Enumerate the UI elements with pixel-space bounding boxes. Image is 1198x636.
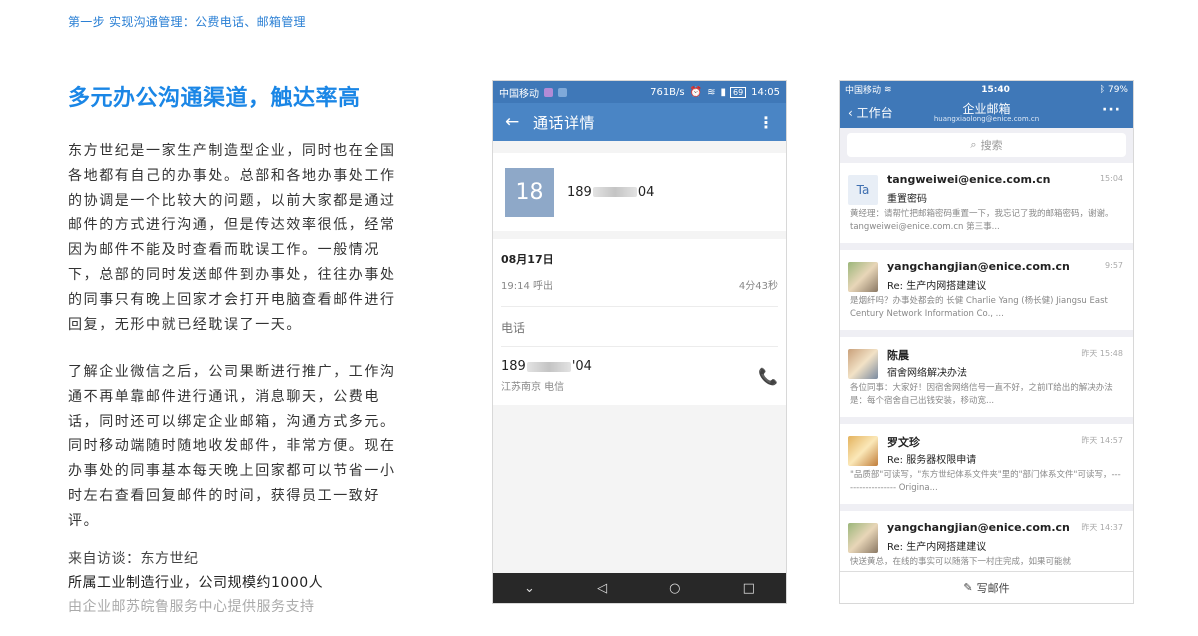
app-notification-icon	[544, 87, 553, 97]
mail-subject: Re: 生产内网搭建建议	[887, 542, 987, 553]
contact-header: 18 189 04	[493, 153, 786, 231]
screen-title: 通话详情	[533, 113, 596, 132]
mail-item[interactable]: 陈晨 昨天 15:48 宿舍网络解决办法 各位同事：大家好！因宿舍网络信号一直不…	[840, 337, 1133, 417]
sender-avatar	[848, 436, 878, 466]
chevron-down-icon[interactable]: ⌄	[524, 581, 535, 596]
wechat-notification-icon	[558, 87, 567, 97]
paragraph-solution: 了解企业微信之后，公司果断进行推广，工作沟通不再单靠邮件进行通讯，消息聊天，公费…	[68, 364, 396, 529]
section-phone-label: 电话	[501, 307, 778, 347]
mail-time: 昨天 14:37	[1081, 523, 1123, 532]
status-clock: 14:05	[751, 86, 780, 98]
status-clock: 15:40	[981, 84, 1010, 95]
android-nav-bar: ⌄ ◁ ○ □	[493, 573, 786, 603]
mail-sender: yangchangjian@enice.com.cn	[887, 260, 1070, 273]
mail-preview: 黄经理：请帮忙把邮箱密码重置一下，我忘记了我的邮箱密码，谢谢。tangweiwe…	[850, 209, 1114, 232]
phone-number: 189'04	[501, 359, 592, 374]
alarm-icon: ⏰	[689, 86, 703, 98]
mail-subject: Re: 生产内网搭建建议	[887, 281, 987, 292]
redaction-blur	[526, 361, 571, 372]
bluetooth-icon: ᛒ	[1099, 84, 1105, 95]
wifi-icon: ≋	[884, 84, 892, 95]
carrier-label: 中国移动	[499, 88, 539, 100]
call-time-direction: 19:14 呼出	[501, 281, 553, 292]
source-interview: 来自访谈：东方世纪	[68, 551, 199, 567]
call-record-card: 08月17日 19:14 呼出 4分43秒 电话 189'04 江苏南京 电信 …	[493, 239, 786, 405]
mail-subject: 重置密码	[887, 194, 927, 205]
android-status-bar: 中国移动 761B/s ⏰ ≋ ▮ 69 14:05	[493, 81, 786, 103]
step-label: 第一步 实现沟通管理：公费电话、邮箱管理	[68, 15, 306, 29]
contact-avatar: 18	[505, 167, 554, 217]
source-provider: 由企业邮苏皖鲁服务中心提供服务支持	[68, 599, 315, 615]
nav-back-triangle-icon[interactable]: ◁	[597, 581, 607, 596]
mail-item[interactable]: yangchangjian@enice.com.cn 9:57 Re: 生产内网…	[840, 250, 1133, 330]
search-placeholder: 搜索	[980, 139, 1003, 152]
phone-number-row[interactable]: 189'04 江苏南京 电信 📞	[501, 347, 778, 405]
back-arrow-icon[interactable]: ←	[505, 112, 533, 132]
mail-time: 昨天 15:48	[1081, 349, 1123, 358]
network-speed: 761B/s	[650, 86, 685, 98]
sender-avatar	[848, 523, 878, 553]
compose-icon: ✎	[963, 581, 973, 594]
nav-recents-square-icon[interactable]: □	[743, 581, 755, 596]
mail-item[interactable]: Ta tangweiwei@enice.com.cn 15:04 重置密码 黄经…	[840, 163, 1133, 243]
signal-icon: ▮	[720, 86, 726, 98]
mail-sender: 罗文珍	[887, 436, 920, 449]
mail-time: 15:04	[1099, 174, 1123, 183]
wifi-icon: ≋	[707, 86, 716, 98]
more-vertical-icon[interactable]: ⋮	[758, 113, 774, 132]
mail-subject: Re: 服务器权限申请	[887, 455, 977, 466]
mail-time: 昨天 14:57	[1081, 436, 1123, 445]
headline: 多元办公沟通渠道，触达率高	[68, 86, 361, 111]
nav-home-circle-icon[interactable]: ○	[669, 581, 680, 596]
source-industry: 所属工业制造行业，公司规模约1000人	[68, 575, 324, 591]
mail-sender: yangchangjian@enice.com.cn	[887, 521, 1070, 534]
source-info: 来自访谈：东方世纪 所属工业制造行业，公司规模约1000人 由企业邮苏皖鲁服务中…	[68, 547, 323, 619]
mail-item[interactable]: 罗文珍 昨天 14:57 Re: 服务器权限申请 "品质部"可读写，"东方世纪体…	[840, 424, 1133, 504]
redaction-blur	[592, 187, 637, 197]
mail-preview: 是烟纤吗？办事处都会的 长健 Charlie Yang (杨长健) Jiangs…	[850, 296, 1108, 319]
ios-nav-bar: ‹ 工作台 企业邮箱 huangxiaolong@enice.com.cn ··…	[840, 98, 1133, 128]
call-record-row: 19:14 呼出 4分43秒	[501, 267, 778, 307]
battery-percent: 79%	[1107, 84, 1128, 95]
mailbox-account: huangxiaolong@enice.com.cn	[933, 115, 1040, 123]
compose-button[interactable]: ✎ 写邮件	[840, 571, 1133, 603]
search-icon: ⌕	[970, 138, 977, 151]
mail-preview: "品质部"可读写，"东方世纪体系文件夹"里的"部门体系文件"可读写，------…	[850, 470, 1121, 493]
sender-avatar	[848, 349, 878, 379]
mail-preview: 各位同事：大家好！因宿舍网络信号一直不好，之前IT给出的解决办法是：每个宿舍自己…	[850, 383, 1113, 406]
contact-number: 189 04	[567, 184, 655, 200]
carrier-label: 中国移动	[845, 86, 882, 96]
paragraph-background: 东方世纪是一家生产制造型企业，同时也在全国各地都有自己的办事处。总部和各地办事处…	[68, 143, 396, 333]
battery-indicator: 69	[729, 86, 747, 98]
mail-time: 9:57	[1105, 261, 1123, 270]
phone-location: 江苏南京 电信	[501, 382, 565, 393]
phone-call-icon[interactable]: 📞	[758, 367, 778, 386]
ios-mailbox-screenshot: 中国移动 ≋ 15:40 ᛒ 79% ‹ 工作台 企业邮箱 huangxiaol…	[839, 80, 1134, 604]
mail-sender: 陈晨	[887, 349, 909, 362]
android-call-details-screenshot: 中国移动 761B/s ⏰ ≋ ▮ 69 14:05 ← 通话详情 ⋮ 18 1…	[492, 80, 787, 604]
search-input[interactable]: ⌕ 搜索	[847, 133, 1126, 157]
call-duration: 4分43秒	[738, 281, 778, 292]
ios-status-bar: 中国移动 ≋ 15:40 ᛒ 79%	[840, 81, 1133, 98]
call-date: 08月17日	[501, 253, 554, 266]
android-app-bar: ← 通话详情 ⋮	[493, 103, 786, 141]
compose-label: 写邮件	[976, 581, 1010, 595]
sender-avatar: Ta	[848, 175, 878, 205]
mail-sender: tangweiwei@enice.com.cn	[887, 173, 1051, 186]
more-horizontal-icon[interactable]: ···	[1102, 102, 1121, 118]
sender-avatar	[848, 262, 878, 292]
mail-subject: 宿舍网络解决办法	[887, 368, 967, 379]
